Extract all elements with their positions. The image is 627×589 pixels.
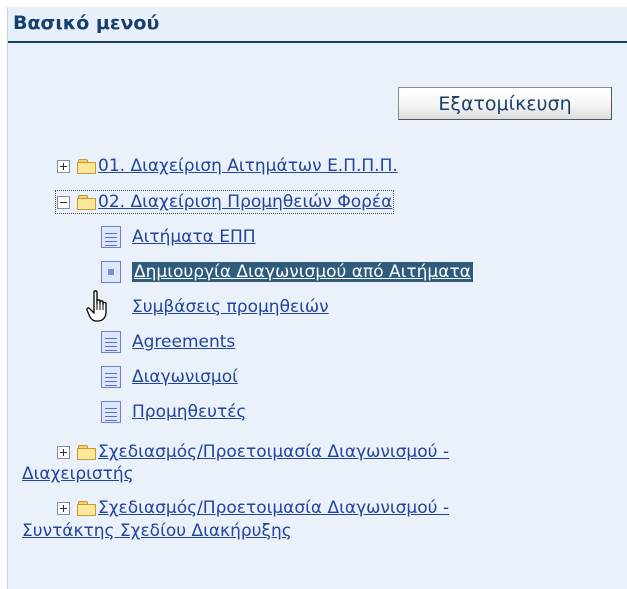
- document-icon: [101, 366, 121, 388]
- tree-folder-planning-admin[interactable]: Σχεδιασμός/Προετοιμασία Διαγωνισμού -: [57, 442, 449, 462]
- document-icon: [101, 226, 121, 248]
- tree-item-link[interactable]: Διαγωνισμοί: [132, 367, 238, 387]
- collapse-minus-icon[interactable]: [57, 195, 70, 209]
- tree-item-link[interactable]: Προμηθευτές: [132, 402, 246, 422]
- document-icon: [101, 401, 121, 423]
- tree-item-agreements[interactable]: Agreements: [101, 331, 235, 353]
- tree-item-contracts[interactable]: Συμβάσεις προμηθειών: [101, 296, 329, 318]
- tree-folder-planning-author-link[interactable]: Σχεδιασμός/Προετοιμασία Διαγωνισμού -: [98, 498, 449, 518]
- tree-folder-02[interactable]: 02. Διαχείριση Προμηθειών Φορέα: [54, 190, 395, 214]
- document-icon: [101, 331, 121, 353]
- tree-item-link[interactable]: Συμβάσεις προμηθειών: [132, 297, 329, 317]
- tree-folder-planning-admin-link[interactable]: Σχεδιασμός/Προετοιμασία Διαγωνισμού -: [98, 442, 449, 462]
- folder-icon: [77, 194, 96, 210]
- hand-pointer-icon: [86, 290, 107, 322]
- application-icon: [101, 261, 121, 283]
- tree-folder-planning-admin-link-cont[interactable]: Διαχειριστής: [22, 464, 134, 484]
- tree-folder-planning-author-link-cont[interactable]: Συντάκτης Σχεδίου Διακήρυξης: [22, 521, 292, 541]
- folder-icon: [77, 500, 96, 516]
- expand-plus-icon[interactable]: [57, 445, 70, 459]
- folder-icon: [77, 158, 96, 174]
- tree-item-tenders[interactable]: Διαγωνισμοί: [101, 366, 238, 388]
- tree-item-link[interactable]: Αιτήματα ΕΠΠ: [132, 227, 256, 247]
- tree-folder-01-link[interactable]: 01. Διαχείριση Αιτημάτων Ε.Π.Π.Π.: [98, 156, 398, 176]
- folder-icon: [77, 444, 96, 460]
- expand-plus-icon[interactable]: [57, 501, 70, 515]
- tree-item-create-tender[interactable]: Δημιουργία Διαγωνισμού από Αιτήματα: [101, 261, 473, 283]
- tree-item-link[interactable]: Δημιουργία Διαγωνισμού από Αιτήματα: [132, 262, 473, 282]
- tree-item-suppliers[interactable]: Προμηθευτές: [101, 401, 246, 423]
- tree-folder-planning-author[interactable]: Σχεδιασμός/Προετοιμασία Διαγωνισμού -: [57, 498, 449, 518]
- expand-plus-icon[interactable]: [57, 159, 70, 173]
- tree-item-link[interactable]: Agreements: [132, 332, 235, 352]
- tree-folder-02-link[interactable]: 02. Διαχείριση Προμηθειών Φορέα: [98, 192, 392, 212]
- tree-item-requests[interactable]: Αιτήματα ΕΠΠ: [101, 226, 256, 248]
- tree-folder-01[interactable]: 01. Διαχείριση Αιτημάτων Ε.Π.Π.Π.: [57, 156, 398, 176]
